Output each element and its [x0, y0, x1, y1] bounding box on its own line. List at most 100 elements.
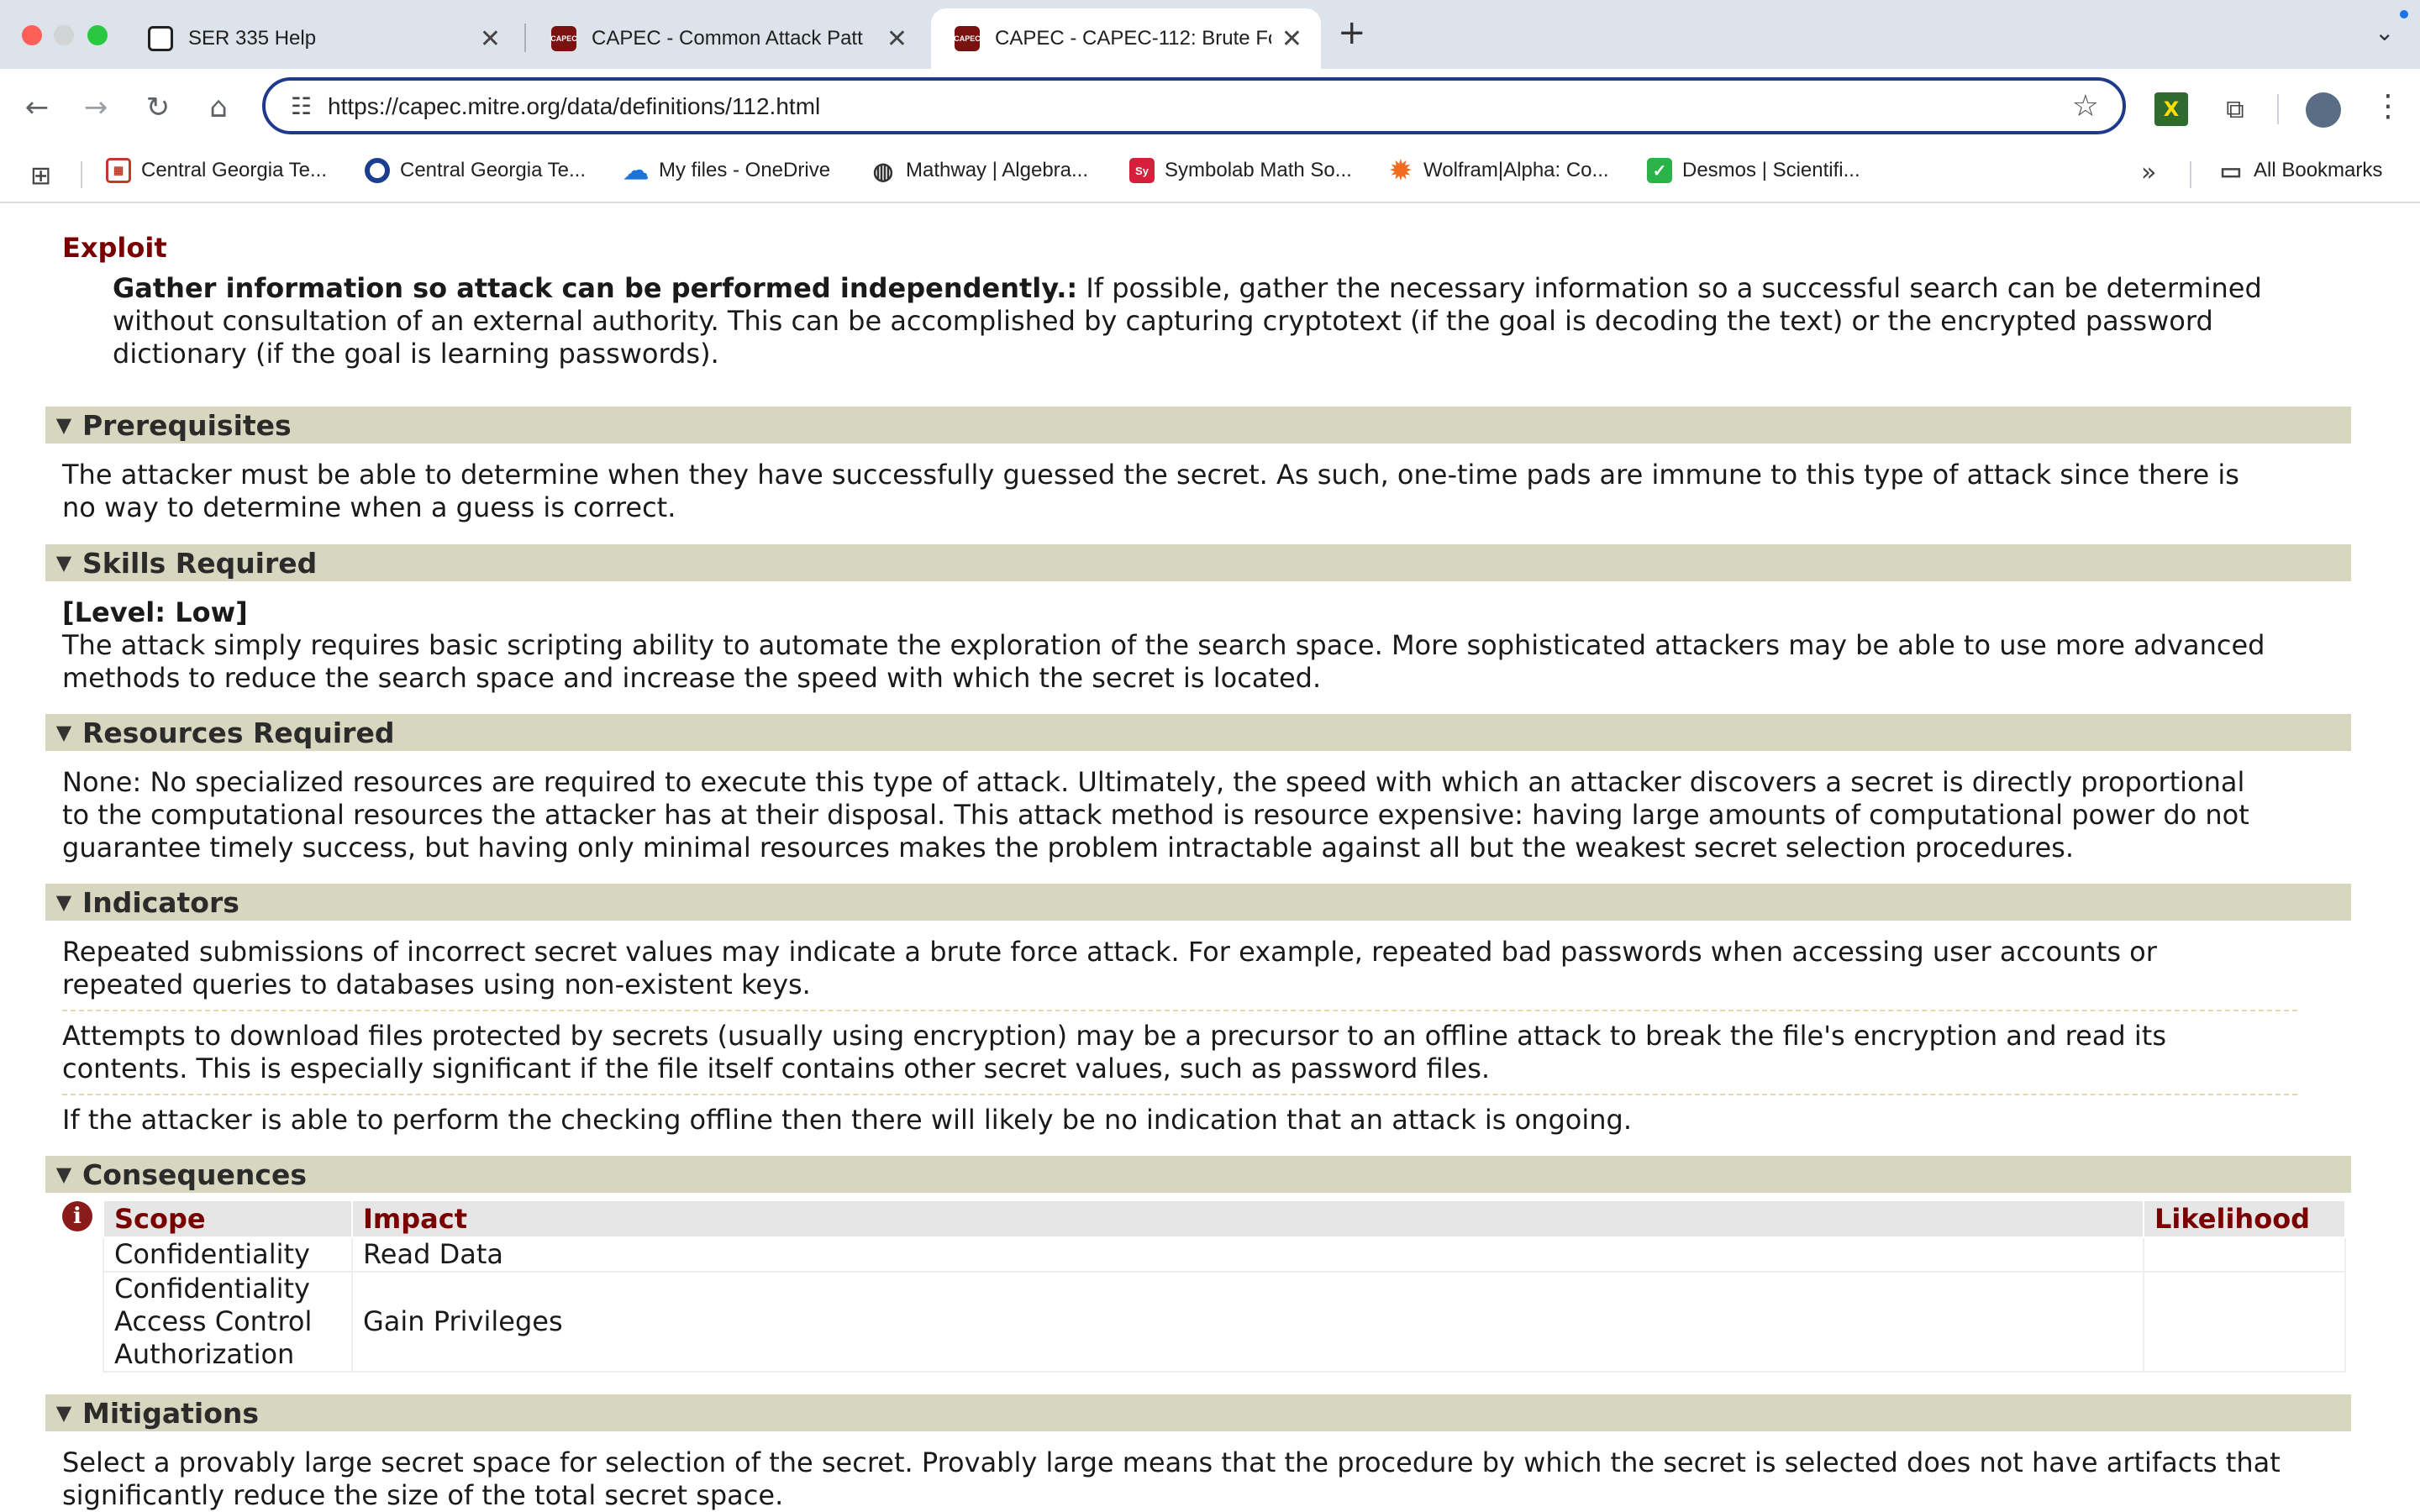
tab-capec-112[interactable]: CAPEC CAPEC - CAPEC-112: Brute Fo ✕ — [931, 8, 1321, 69]
reload-icon[interactable]: ↻ — [138, 87, 178, 128]
tab-strip: SER 335 Help ✕ CAPEC CAPEC - Common Atta… — [0, 0, 2420, 69]
collapse-triangle-icon[interactable]: ▼ — [45, 551, 82, 575]
symbolab-icon: Sy — [1129, 158, 1155, 183]
extension-green-icon[interactable]: X — [2154, 92, 2188, 126]
column-header-scope: Scope — [103, 1200, 353, 1238]
resources-text: None: No specialized resources are requi… — [62, 766, 2249, 864]
skills-text: [Level: Low] The attack simply requires … — [62, 596, 2365, 695]
section-mitigations[interactable]: ▼ Mitigations — [45, 1394, 2351, 1431]
table-row: Confidentiality Read Data — [103, 1236, 2346, 1273]
likelihood-cell — [2143, 1236, 2346, 1273]
url-input[interactable] — [326, 92, 2010, 121]
prerequisites-text: The attacker must be able to determine w… — [62, 459, 2239, 523]
technique-lead: Gather information so attack can be perf… — [113, 272, 1078, 304]
bookmark-cgtc-2[interactable]: Central Georgia Te... — [365, 158, 586, 183]
tab-close-icon[interactable]: ✕ — [1281, 24, 1302, 54]
window-maximize-button[interactable] — [87, 25, 108, 45]
impact-cell: Read Data — [351, 1236, 2144, 1273]
bookmark-separator — [2190, 161, 2191, 188]
bookmark-label: Mathway | Algebra... — [906, 159, 1089, 181]
section-prerequisites[interactable]: ▼ Prerequisites — [45, 407, 2351, 444]
bookmark-symbolab[interactable]: Sy Symbolab Math So... — [1129, 158, 1352, 183]
tab-title: SER 335 Help — [188, 27, 317, 50]
bookmark-label: Symbolab Math So... — [1165, 159, 1352, 181]
section-indicators[interactable]: ▼ Indicators — [45, 884, 2351, 921]
tab-ser335-help[interactable]: SER 335 Help ✕ — [124, 8, 519, 69]
indicator-divider — [62, 1094, 2297, 1095]
bookmark-star-icon[interactable]: ☆ — [2072, 89, 2099, 123]
section-title: Resources Required — [82, 716, 395, 749]
technique-text: If possible, gather the necessary inform… — [1077, 272, 2262, 304]
bookmarks-bar: ⊞ ▦ Central Georgia Te... Central Georgi… — [0, 146, 2420, 203]
tab-search-chevron-icon[interactable]: ⌄ — [2375, 18, 2394, 46]
bookmark-onedrive[interactable]: ☁ My files - OneDrive — [623, 156, 831, 185]
section-title: Skills Required — [82, 546, 318, 580]
onedrive-cloud-icon: ☁ — [623, 156, 649, 185]
page-content: Exploit Gather information so attack can… — [0, 205, 2420, 1512]
all-bookmarks-button[interactable]: ▭ All Bookmarks — [2218, 158, 2383, 184]
section-title: Indicators — [82, 885, 239, 919]
bookmark-label: My files - OneDrive — [659, 159, 831, 181]
tab-separator — [524, 24, 526, 52]
skill-level: [Level: Low] — [62, 596, 248, 628]
tab-title: CAPEC - Common Attack Patt — [592, 27, 863, 50]
bookmark-label: Central Georgia Te... — [400, 159, 587, 181]
table-row: Confidentiality Access Control Authoriza… — [103, 1271, 2346, 1373]
exploit-technique: Gather information so attack can be perf… — [113, 272, 2381, 370]
column-header-likelihood: Likelihood — [2143, 1200, 2346, 1238]
indicator-divider — [62, 1010, 2297, 1011]
impact-cell: Gain Privileges — [351, 1271, 2144, 1373]
capec-favicon-icon: CAPEC — [550, 26, 577, 51]
browser-menu-icon[interactable]: ⋮ — [2373, 89, 2403, 123]
exploit-heading: Exploit — [62, 232, 167, 264]
technique-text: without consultation of an external auth… — [113, 305, 2213, 337]
section-resources-required[interactable]: ▼ Resources Required — [45, 714, 2351, 751]
site-settings-icon[interactable]: ☷ — [291, 92, 312, 120]
technique-text: dictionary (if the goal is learning pass… — [113, 338, 719, 370]
bookmark-mathway[interactable]: ◍ Mathway | Algebra... — [871, 157, 1089, 184]
section-skills-required[interactable]: ▼ Skills Required — [45, 544, 2351, 581]
indicator-item: If the attacker is able to perform the c… — [62, 1104, 1632, 1136]
window-close-button[interactable] — [22, 25, 42, 45]
extensions-puzzle-icon[interactable]: ⧉ — [2218, 92, 2252, 126]
bookmark-wolfram[interactable]: ✹ Wolfram|Alpha: Co... — [1388, 156, 1609, 185]
collapse-triangle-icon[interactable]: ▼ — [45, 1401, 82, 1425]
section-consequences[interactable]: ▼ Consequences — [45, 1156, 2351, 1193]
section-title: Mitigations — [82, 1396, 260, 1430]
new-tab-button[interactable]: + — [1338, 13, 1366, 52]
bookmarks-overflow-icon[interactable]: » — [2141, 158, 2156, 187]
tab-close-icon[interactable]: ✕ — [480, 24, 501, 54]
bookmark-cgtc-1[interactable]: ▦ Central Georgia Te... — [106, 158, 327, 183]
wolfram-icon: ✹ — [1390, 156, 1412, 185]
tab-close-icon[interactable]: ✕ — [886, 24, 908, 54]
home-icon[interactable]: ⌂ — [198, 87, 239, 128]
chatgpt-favicon-icon — [148, 26, 173, 51]
ring-icon — [365, 158, 390, 183]
all-bookmarks-label: All Bookmarks — [2254, 159, 2383, 181]
section-title: Consequences — [82, 1158, 307, 1191]
notification-dot — [2400, 10, 2408, 18]
scope-cell: Confidentiality — [103, 1236, 353, 1273]
cgtc-grid-icon: ▦ — [106, 158, 131, 183]
indicator-item: Repeated submissions of incorrect secret… — [62, 936, 2157, 1000]
collapse-triangle-icon[interactable]: ▼ — [45, 1163, 82, 1186]
bookmark-label: Central Georgia Te... — [141, 159, 328, 181]
collapse-triangle-icon[interactable]: ▼ — [45, 721, 82, 744]
tab-capec-common[interactable]: CAPEC CAPEC - Common Attack Patt ✕ — [528, 8, 926, 69]
apps-grid-icon[interactable]: ⊞ — [30, 161, 51, 191]
window-minimize-button[interactable] — [54, 25, 74, 45]
info-icon: i — [62, 1201, 92, 1231]
bookmark-label: Wolfram|Alpha: Co... — [1423, 159, 1609, 181]
likelihood-cell — [2143, 1271, 2346, 1373]
forward-arrow-icon[interactable]: → — [76, 87, 116, 128]
bookmark-desmos[interactable]: ✓ Desmos | Scientifi... — [1647, 158, 1860, 183]
collapse-triangle-icon[interactable]: ▼ — [45, 890, 82, 914]
back-arrow-icon[interactable]: ← — [17, 87, 57, 128]
bookmark-label: Desmos | Scientifi... — [1682, 159, 1860, 181]
address-bar[interactable]: ☷ ☆ — [262, 77, 2126, 134]
column-header-impact: Impact — [351, 1200, 2144, 1238]
profile-avatar[interactable] — [2306, 92, 2341, 128]
capec-favicon-icon: CAPEC — [954, 26, 981, 51]
globe-icon: ◍ — [872, 157, 894, 184]
collapse-triangle-icon[interactable]: ▼ — [45, 413, 82, 437]
